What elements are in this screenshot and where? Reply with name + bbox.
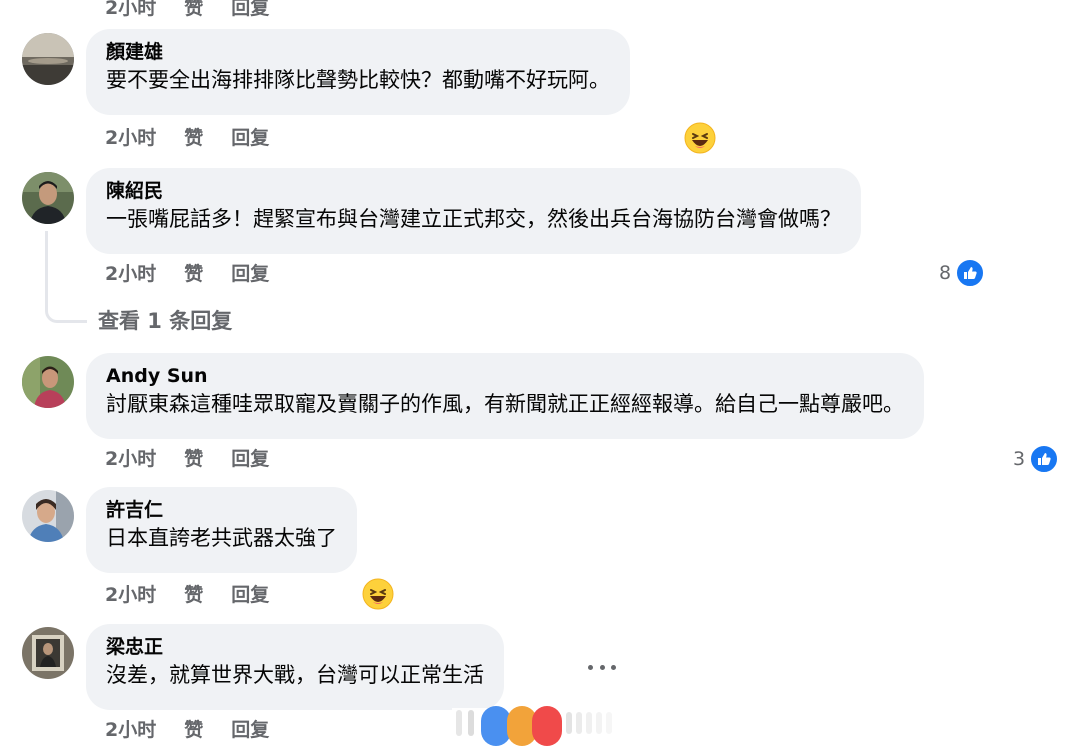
comment-author[interactable]: 許吉仁	[106, 497, 337, 523]
like-action[interactable]: 赞	[184, 716, 203, 744]
like-action[interactable]: 赞	[184, 445, 203, 473]
avatar[interactable]	[22, 172, 74, 224]
comment-text: 沒差，就算世界大戰，台灣可以正常生活	[106, 663, 484, 687]
comment-author[interactable]: 梁忠正	[106, 634, 484, 660]
comment-text: 一張嘴屁話多！趕緊宣布與台灣建立正式邦交，然後出兵台海協防台灣會做嗎？	[106, 207, 841, 231]
comment-actions: 2小时 赞 回复	[105, 124, 269, 152]
comment-time[interactable]: 2小时	[105, 445, 156, 473]
comment-actions: 2小时 赞 回复	[105, 260, 269, 288]
reply-action[interactable]: 回复	[231, 716, 269, 744]
avatar[interactable]	[22, 627, 74, 679]
comment-bubble: 梁忠正 沒差，就算世界大戰，台灣可以正常生活	[86, 624, 504, 710]
comment-text: 日本直誇老共武器太強了	[106, 526, 337, 550]
reaction-count: 3	[1013, 448, 1026, 470]
reply-action[interactable]: 回复	[231, 0, 269, 22]
reaction-count: 8	[939, 262, 952, 284]
comment-author[interactable]: 陳紹民	[106, 178, 841, 204]
comment-time[interactable]: 2小时	[105, 124, 156, 152]
comment-text: 討厭東森這種哇眾取寵及賣關子的作風，有新聞就正正經經報導。給自己一點尊嚴吧。	[106, 392, 904, 416]
comment-bubble: Andy Sun 討厭東森這種哇眾取寵及賣關子的作風，有新聞就正正經經報導。給自…	[86, 353, 924, 439]
comment-bubble: 顏建雄 要不要全出海排排隊比聲勢比較快？都動嘴不好玩阿。	[86, 29, 630, 115]
like-action[interactable]: 赞	[184, 581, 203, 609]
avatar[interactable]	[22, 356, 74, 408]
comment-bubble: 陳紹民 一張嘴屁話多！趕緊宣布與台灣建立正式邦交，然後出兵台海協防台灣會做嗎？	[86, 168, 861, 254]
reaction-summary[interactable]: 3	[1013, 444, 1060, 474]
comment-time[interactable]: 2小时	[105, 260, 156, 288]
haha-icon[interactable]	[684, 122, 716, 154]
like-action[interactable]: 赞	[184, 0, 203, 22]
comment-text: 要不要全出海排排隊比聲勢比較快？都動嘴不好玩阿。	[106, 68, 610, 92]
like-action[interactable]: 赞	[184, 260, 203, 288]
haha-icon[interactable]	[362, 578, 394, 610]
comments-panel: 2小时 赞 回复 顏建雄 要不要全出海排排隊比聲勢比較快？都動嘴不好玩阿。 2小…	[0, 0, 1073, 750]
like-icon	[955, 258, 986, 288]
reaction-stack-icon[interactable]	[452, 704, 627, 750]
reply-action[interactable]: 回复	[231, 445, 269, 473]
comment-actions: 2小时 赞 回复	[105, 716, 269, 744]
view-replies-link[interactable]: 查看 1 条回复	[98, 306, 232, 336]
reaction-summary[interactable]: 8	[939, 258, 986, 288]
like-action[interactable]: 赞	[184, 124, 203, 152]
comment-time[interactable]: 2小时	[105, 716, 156, 744]
comment-time[interactable]: 2小时	[105, 0, 156, 22]
comment-actions-previous: 2小时 赞 回复	[105, 0, 269, 22]
comment-bubble: 許吉仁 日本直誇老共武器太強了	[86, 487, 357, 573]
avatar[interactable]	[22, 33, 74, 85]
comment-author[interactable]: 顏建雄	[106, 39, 610, 65]
reply-action[interactable]: 回复	[231, 581, 269, 609]
comment-actions: 2小时 赞 回复	[105, 445, 269, 473]
reply-action[interactable]: 回复	[231, 260, 269, 288]
comment-actions: 2小时 赞 回复	[105, 581, 269, 609]
comment-time[interactable]: 2小时	[105, 581, 156, 609]
like-icon	[1029, 444, 1060, 474]
more-options-icon[interactable]	[588, 654, 616, 680]
reply-action[interactable]: 回复	[231, 124, 269, 152]
avatar[interactable]	[22, 490, 74, 542]
comment-author[interactable]: Andy Sun	[106, 363, 904, 389]
reply-thread-line	[45, 231, 87, 323]
